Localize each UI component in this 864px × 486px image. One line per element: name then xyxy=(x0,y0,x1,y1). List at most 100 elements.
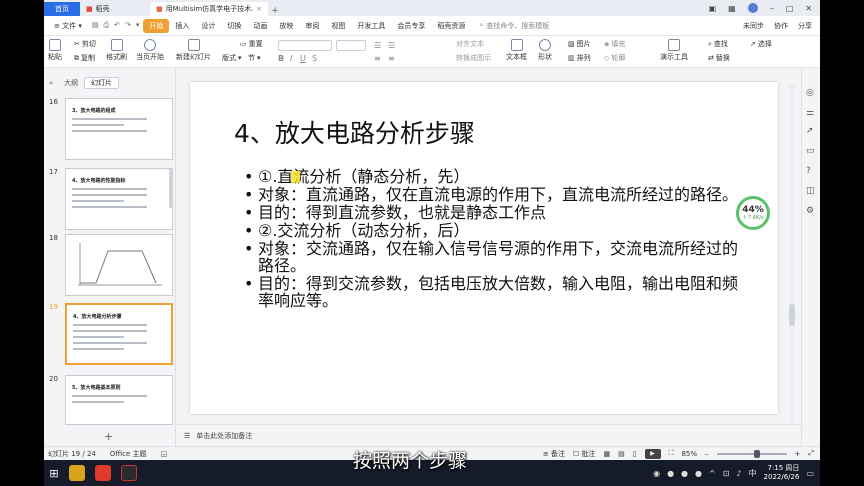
underline-icon[interactable]: U xyxy=(300,54,306,63)
comments-toggle[interactable]: ☐ 批注 xyxy=(573,449,596,459)
numbering-icon[interactable]: ☰ xyxy=(388,41,395,50)
bullets-icon[interactable]: ☰ xyxy=(374,41,381,50)
cut-button[interactable]: ✂ 剪切 xyxy=(74,39,96,49)
save-icon[interactable]: ▤ xyxy=(92,21,99,30)
reading-view-icon[interactable]: ▯ xyxy=(633,450,637,458)
select-button[interactable]: ➚ 选择 xyxy=(750,39,772,49)
paste-button[interactable]: 粘贴 xyxy=(48,39,62,62)
ime-indicator[interactable]: 中 xyxy=(749,468,757,479)
minimize-icon[interactable]: – xyxy=(770,4,774,13)
fill-button[interactable]: ◈ 填充 xyxy=(604,39,625,49)
menu-view[interactable]: 视图 xyxy=(325,21,351,31)
format-painter-button[interactable]: 格式刷 xyxy=(106,39,127,62)
notes-toggle[interactable]: ≡ 备注 xyxy=(543,449,565,459)
replace-button[interactable]: ⇄ 替换 xyxy=(708,53,730,63)
zoom-slider-thumb[interactable] xyxy=(753,449,760,458)
text-box-button[interactable]: 文本框 xyxy=(506,39,527,62)
menu-review[interactable]: 审阅 xyxy=(299,21,325,31)
font-name-select[interactable] xyxy=(278,40,332,51)
menu-start[interactable]: 开始 xyxy=(143,18,170,33)
settings-icon[interactable]: ⚙ xyxy=(806,206,814,216)
new-slide-button[interactable]: 新建幻灯片 xyxy=(176,39,211,62)
adjust-icon[interactable]: ⚌ xyxy=(806,108,814,118)
help-icon[interactable]: ? xyxy=(806,166,811,176)
recorder-icon[interactable] xyxy=(121,465,137,481)
layout-button[interactable]: 版式 ▾ xyxy=(222,53,242,63)
thumbnail-scrollbar[interactable] xyxy=(169,168,173,208)
animation-icon[interactable]: ➚ xyxy=(806,126,814,136)
share-button[interactable]: 分享 xyxy=(798,21,812,31)
menu-member[interactable]: 会员专享 xyxy=(391,21,431,31)
picture-button[interactable]: ▨ 图片 xyxy=(568,39,591,49)
find-button[interactable]: ⌕ 查找 xyxy=(708,39,728,49)
align-left-icon[interactable]: ≡ xyxy=(374,54,381,63)
bold-icon[interactable]: B xyxy=(278,54,284,63)
strikethrough-icon[interactable]: S xyxy=(312,54,317,63)
scroll-thumb[interactable] xyxy=(789,304,795,326)
section-button[interactable]: 节 ▾ xyxy=(248,53,261,63)
collaborate-button[interactable]: 协作 xyxy=(774,21,788,31)
speed-monitor-widget[interactable]: 44% ↑ 7.6K/s xyxy=(736,196,770,230)
menu-docer-resources[interactable]: 稻壳资源 xyxy=(431,21,471,31)
zoom-out-icon[interactable]: – xyxy=(705,450,709,458)
zoom-in-icon[interactable]: + xyxy=(795,450,801,458)
zoom-slider[interactable] xyxy=(716,449,787,458)
maximize-icon[interactable]: □ xyxy=(786,4,794,13)
layout-icon[interactable]: ▣ xyxy=(709,4,717,13)
tab-home[interactable]: 首页 xyxy=(44,2,80,16)
theme-icon[interactable]: ◲ xyxy=(161,450,168,458)
app-tray-icon-3[interactable]: ● xyxy=(695,469,702,478)
tab-document[interactable]: ■ 用Multisim仿真学电子技术.pptx × xyxy=(150,2,268,16)
sorter-view-icon[interactable]: ▤ xyxy=(618,450,625,458)
command-search[interactable]: ⌕ 查找命令、搜索模板 xyxy=(479,21,549,31)
more-icon[interactable]: ▾ xyxy=(136,21,140,30)
fit-window-icon[interactable]: ⛶ xyxy=(669,449,674,458)
collapse-panel-icon[interactable]: « xyxy=(44,79,58,87)
slides-icon[interactable]: ▭ xyxy=(806,146,815,156)
record-icon[interactable]: ◫ xyxy=(806,186,815,196)
grid-icon[interactable]: ▦ xyxy=(728,4,736,13)
reset-button[interactable]: ▭ 重置 xyxy=(240,39,263,49)
vertical-scrollbar[interactable] xyxy=(789,84,795,424)
print-icon[interactable]: ⎙ xyxy=(103,21,109,30)
tab-outline[interactable]: 大纲 xyxy=(58,78,84,88)
from-current-button[interactable]: 当页开始 xyxy=(136,39,164,62)
align-text-button[interactable]: 对齐文本 xyxy=(456,39,484,49)
undo-icon[interactable]: ↶ xyxy=(114,21,120,30)
design-icon[interactable]: ◎ xyxy=(806,88,814,98)
slide-body[interactable]: ①.直流分析（静态分析，先） 对象：直流通路，仅在直流电源的作用下，直流电流所经… xyxy=(244,168,744,310)
redo-icon[interactable]: ↷ xyxy=(125,21,131,30)
notes-pane[interactable]: ☰ 单击此处添加备注 xyxy=(176,424,801,446)
app-tray-icon[interactable]: ● xyxy=(667,469,674,478)
shape-button[interactable]: 形状 xyxy=(538,39,552,62)
copy-button[interactable]: ⧉ 复制 xyxy=(74,53,95,63)
app-tray-icon-2[interactable]: ● xyxy=(681,469,688,478)
new-tab-button[interactable]: + xyxy=(268,6,282,16)
slide-title[interactable]: 4、放大电路分析步骤 xyxy=(234,114,475,150)
convert-smartart-button[interactable]: 转换成图示 xyxy=(456,53,491,63)
notification-icon[interactable]: ▭ xyxy=(806,469,814,478)
presentation-tools-button[interactable]: 演示工具 xyxy=(660,39,688,62)
slideshow-play-button[interactable]: ▶ xyxy=(644,448,661,459)
arrange-button[interactable]: ▥ 排列 xyxy=(568,53,591,63)
menu-file[interactable]: ≡ 文件 ▾ xyxy=(48,21,88,31)
chevron-up-icon[interactable]: ^ xyxy=(709,469,716,478)
menu-design[interactable]: 设计 xyxy=(195,21,221,31)
menu-animation[interactable]: 动画 xyxy=(247,21,273,31)
avatar[interactable] xyxy=(747,3,758,13)
normal-view-icon[interactable]: ▦ xyxy=(603,450,610,458)
volume-icon[interactable]: ♪ xyxy=(736,469,741,478)
fit-slide-icon[interactable]: ⤢ xyxy=(808,449,814,458)
tab-docer[interactable]: ■ 稻壳 xyxy=(80,2,150,16)
menu-insert[interactable]: 插入 xyxy=(169,21,195,31)
user-icon[interactable]: ◉ xyxy=(653,469,660,478)
sync-status[interactable]: 未同步 xyxy=(743,21,764,31)
menu-slideshow[interactable]: 放映 xyxy=(273,21,299,31)
wps-office-icon[interactable] xyxy=(95,465,111,481)
start-icon[interactable]: ⊞ xyxy=(44,467,64,480)
network-icon[interactable]: ⊡ xyxy=(723,469,730,478)
font-size-select[interactable] xyxy=(336,40,366,51)
italic-icon[interactable]: I xyxy=(290,54,292,63)
file-explorer-icon[interactable] xyxy=(69,465,85,481)
tab-slides[interactable]: 幻灯片 xyxy=(84,77,119,89)
